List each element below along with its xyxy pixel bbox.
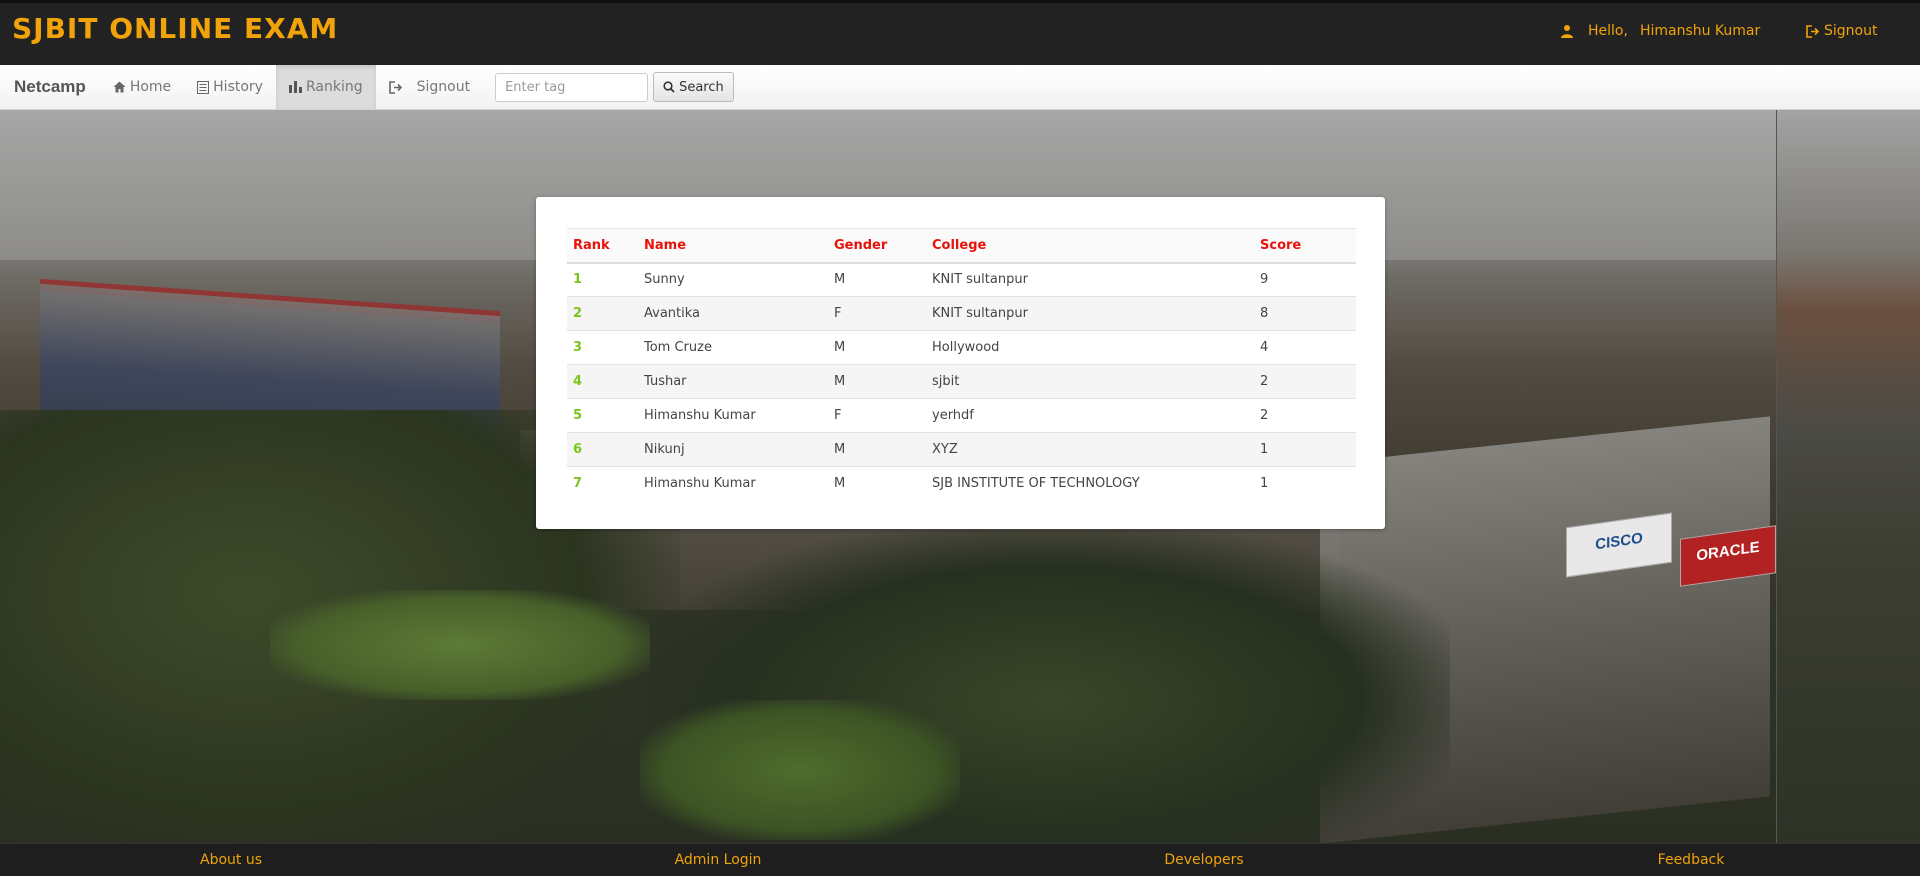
cell-name: Tom Cruze bbox=[644, 340, 712, 355]
cell-gender: M bbox=[834, 272, 846, 288]
table-header-row: Rank Name Gender College Score bbox=[567, 228, 1356, 263]
nav-item-home[interactable]: Home bbox=[100, 65, 184, 109]
search-button-label: Search bbox=[679, 79, 724, 95]
cell-college: SJB INSTITUTE OF TECHNOLOGY bbox=[932, 476, 1140, 492]
cell-gender: M bbox=[834, 374, 846, 389]
signout-icon bbox=[388, 80, 403, 94]
search-icon bbox=[663, 81, 675, 93]
ranking-card: Rank Name Gender College Score 1 Sunny M… bbox=[536, 197, 1385, 529]
search-button[interactable]: Search bbox=[653, 72, 734, 102]
photo-repeat-strip bbox=[1776, 110, 1920, 843]
cell-name: Sunny bbox=[644, 272, 685, 288]
table-row: 3 Tom Cruze M Hollywood 4 bbox=[567, 331, 1356, 365]
cell-score: 8 bbox=[1260, 306, 1269, 321]
user-greeting: Hello, Himanshu Kumar bbox=[1560, 23, 1760, 39]
table-row: 7 Himanshu Kumar M SJB INSTITUTE OF TECH… bbox=[567, 467, 1356, 501]
photo-lawn-lower bbox=[640, 700, 960, 840]
cell-name: Himanshu Kumar bbox=[644, 408, 756, 423]
footer-link-developers[interactable]: Developers bbox=[1164, 852, 1243, 868]
greeting-text: Hello, bbox=[1588, 23, 1628, 39]
nav-item-label: Ranking bbox=[305, 79, 363, 95]
nav-item-history[interactable]: History bbox=[184, 65, 276, 109]
footer-link-feedback[interactable]: Feedback bbox=[1658, 852, 1725, 868]
top-header: SJBIT ONLINE EXAM Hello, Himanshu Kumar … bbox=[0, 0, 1920, 65]
main-navbar: Netcamp Home History Ranking Signout Ent… bbox=[0, 65, 1920, 110]
user-icon bbox=[1560, 24, 1574, 38]
list-icon bbox=[197, 80, 210, 94]
cell-score: 4 bbox=[1260, 340, 1269, 355]
cell-score: 9 bbox=[1260, 272, 1269, 288]
cell-gender: F bbox=[834, 306, 842, 321]
page-footer: About us Admin Login Developers Feedback bbox=[0, 843, 1920, 876]
cell-name: Tushar bbox=[644, 374, 687, 389]
ranking-table: Rank Name Gender College Score 1 Sunny M… bbox=[567, 228, 1356, 501]
header-rank: Rank bbox=[573, 237, 610, 253]
cell-gender: M bbox=[834, 476, 846, 492]
cell-college: yerhdf bbox=[932, 408, 974, 423]
home-icon bbox=[113, 81, 126, 93]
cell-rank: 2 bbox=[573, 306, 583, 321]
bar-chart-icon bbox=[288, 81, 302, 93]
table-row: 2 Avantika F KNIT sultanpur 8 bbox=[567, 296, 1356, 331]
signout-icon bbox=[1806, 24, 1820, 38]
cell-rank: 7 bbox=[573, 476, 583, 492]
cell-rank: 4 bbox=[573, 374, 583, 389]
footer-link-admin-login[interactable]: Admin Login bbox=[675, 852, 762, 868]
nav-item-label: History bbox=[213, 79, 263, 95]
header-signout-link[interactable]: Signout bbox=[1806, 23, 1877, 39]
cell-score: 2 bbox=[1260, 374, 1269, 389]
photo-lawn bbox=[270, 590, 650, 700]
table-row: 4 Tushar M sjbit 2 bbox=[567, 364, 1356, 399]
username-text: Himanshu Kumar bbox=[1639, 23, 1761, 39]
nav-item-label: Signout bbox=[416, 79, 471, 95]
cell-college: KNIT sultanpur bbox=[932, 306, 1028, 321]
nav-item-label: Home bbox=[129, 79, 172, 95]
cell-rank: 1 bbox=[573, 272, 583, 288]
table-row: 5 Himanshu Kumar F yerhdf 2 bbox=[567, 399, 1356, 433]
cell-college: sjbit bbox=[932, 374, 960, 389]
cell-rank: 3 bbox=[573, 340, 583, 355]
cell-name: Nikunj bbox=[644, 442, 685, 457]
cell-score: 1 bbox=[1260, 476, 1269, 492]
cell-gender: M bbox=[834, 442, 846, 457]
cell-name: Avantika bbox=[644, 306, 701, 321]
cell-score: 1 bbox=[1260, 442, 1269, 457]
cell-name: Himanshu Kumar bbox=[644, 476, 756, 492]
cell-college: Hollywood bbox=[932, 340, 1000, 355]
cell-college: XYZ bbox=[932, 442, 958, 457]
tag-search-input[interactable] bbox=[495, 72, 649, 102]
cell-rank: 5 bbox=[573, 408, 583, 423]
cell-gender: M bbox=[834, 340, 846, 355]
header-score: Score bbox=[1260, 237, 1302, 253]
header-college: College bbox=[932, 237, 987, 253]
table-row: 1 Sunny M KNIT sultanpur 9 bbox=[567, 263, 1356, 297]
site-title: SJBIT ONLINE EXAM bbox=[12, 12, 339, 45]
cell-college: KNIT sultanpur bbox=[932, 272, 1028, 288]
footer-link-about[interactable]: About us bbox=[200, 852, 262, 868]
header-name: Name bbox=[644, 237, 687, 253]
cell-gender: F bbox=[834, 408, 842, 423]
table-row: 6 Nikunj M XYZ 1 bbox=[567, 432, 1356, 467]
nav-item-signout[interactable]: Signout bbox=[376, 65, 483, 109]
header-signout-label: Signout bbox=[1824, 23, 1878, 39]
nav-brand[interactable]: Netcamp bbox=[0, 77, 100, 97]
cell-score: 2 bbox=[1260, 408, 1269, 423]
cell-rank: 6 bbox=[573, 442, 583, 457]
header-gender: Gender bbox=[834, 237, 888, 253]
nav-item-ranking[interactable]: Ranking bbox=[275, 65, 376, 109]
